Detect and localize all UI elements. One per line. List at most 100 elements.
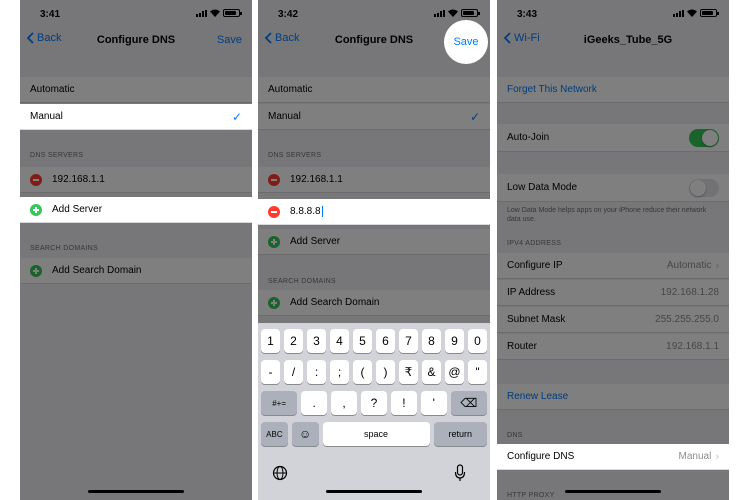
space-key[interactable]: space	[322, 422, 430, 446]
key[interactable]: ?	[361, 391, 387, 415]
key[interactable]: 4	[330, 329, 349, 353]
key[interactable]: 3	[307, 329, 326, 353]
http-proxy-header: HTTP PROXY	[507, 492, 555, 499]
key[interactable]: @	[445, 360, 464, 384]
configure-dns-value: Manual	[678, 451, 712, 462]
dns-server-value: 192.168.1.1	[290, 174, 343, 185]
add-icon	[268, 235, 280, 248]
key[interactable]: 0	[468, 329, 487, 353]
low-data-mode-label: Low Data Mode	[507, 182, 578, 193]
screen-configure-dns-1: 3:41 Back Configure DNS Save Automatic M…	[20, 0, 252, 500]
key[interactable]: 8	[422, 329, 441, 353]
key[interactable]: (	[353, 360, 372, 384]
key[interactable]: 5	[353, 329, 372, 353]
key[interactable]: ₹	[399, 360, 418, 384]
key[interactable]: !	[390, 391, 417, 415]
router-row: Router 192.168.1.1	[497, 334, 729, 360]
automatic-option[interactable]: Automatic	[20, 77, 252, 103]
signal-icon	[434, 9, 445, 17]
checkmark-icon: ✓	[231, 109, 242, 124]
key[interactable]: "	[468, 360, 487, 384]
add-search-domain-label: Add Search Domain	[290, 297, 380, 308]
key[interactable]: &	[422, 360, 441, 384]
emoji-key-icon[interactable]: ☺	[291, 422, 319, 446]
key[interactable]: 7	[399, 329, 418, 353]
auto-join-toggle[interactable]	[689, 128, 719, 147]
dns-servers-header: DNS SERVERS	[30, 152, 84, 159]
text-cursor	[321, 206, 323, 217]
return-key[interactable]: return	[433, 422, 487, 446]
manual-option[interactable]: Manual ✓	[258, 104, 490, 130]
configure-ip-row[interactable]: Configure IP Automatic ›	[497, 253, 729, 279]
forget-network-label: Forget This Network	[507, 84, 597, 95]
add-search-domain-row[interactable]: Add Search Domain	[20, 258, 252, 284]
numeric-keyboard: 1 2 3 4 5 6 7 8 9 0 - / : ; ( ) ₹ & @ " …	[258, 323, 490, 500]
battery-icon	[223, 9, 242, 17]
save-button[interactable]: Save	[444, 20, 488, 64]
wifi-icon	[210, 9, 220, 17]
wifi-icon	[687, 9, 697, 17]
key[interactable]: ;	[330, 360, 349, 384]
delete-key-icon[interactable]: ⌫	[450, 391, 487, 415]
configure-dns-label: Configure DNS	[507, 451, 575, 462]
dns-header: DNS	[507, 432, 523, 439]
search-domains-header: SEARCH DOMAINS	[268, 278, 336, 285]
microphone-icon[interactable]	[454, 464, 466, 487]
delete-icon[interactable]	[268, 173, 280, 186]
key[interactable]: 1	[261, 329, 280, 353]
status-time: 3:41	[40, 9, 61, 20]
key[interactable]: 6	[376, 329, 395, 353]
key[interactable]: .	[301, 391, 328, 415]
globe-icon[interactable]	[272, 465, 288, 486]
renew-lease-button[interactable]: Renew Lease	[497, 384, 729, 410]
low-data-mode-row: Low Data Mode	[497, 174, 729, 202]
forget-network-button[interactable]: Forget This Network	[497, 77, 729, 103]
add-server-label: Add Server	[52, 204, 103, 215]
add-server-row[interactable]: Add Server	[20, 197, 252, 223]
abc-key[interactable]: ABC	[261, 422, 288, 446]
chevron-right-icon: ›	[715, 259, 719, 272]
delete-icon[interactable]	[268, 205, 280, 218]
keyboard-row-symbols: - / : ; ( ) ₹ & @ "	[261, 360, 487, 384]
toggle-knob	[702, 129, 718, 146]
manual-option[interactable]: Manual ✓	[20, 104, 252, 130]
renew-lease-label: Renew Lease	[507, 391, 569, 402]
key[interactable]: ,	[331, 391, 358, 415]
key[interactable]: '	[420, 391, 447, 415]
dns-server-row[interactable]: 192.168.1.1	[20, 167, 252, 193]
automatic-option[interactable]: Automatic	[258, 77, 490, 103]
dns-server-input-row[interactable]: 8.8.8.8	[258, 199, 490, 225]
key[interactable]: /	[284, 360, 303, 384]
ip-address-row: IP Address 192.168.1.28	[497, 280, 729, 306]
subnet-mask-value: 255.255.255.0	[655, 314, 719, 325]
battery-icon	[700, 9, 719, 17]
low-data-mode-toggle[interactable]	[689, 178, 719, 197]
nav-bar: Wi-Fi iGeeks_Tube_5G	[497, 26, 729, 56]
keyboard-row-digits: 1 2 3 4 5 6 7 8 9 0	[261, 329, 487, 353]
nav-bar: Back Configure DNS Save	[20, 26, 252, 56]
dns-servers-header: DNS SERVERS	[268, 152, 322, 159]
manual-label: Manual	[268, 111, 301, 122]
low-data-mode-note: Low Data Mode helps apps on your iPhone …	[507, 207, 707, 223]
more-symbols-key[interactable]: #+=	[261, 391, 298, 415]
add-server-row[interactable]: Add Server	[258, 229, 490, 255]
add-server-label: Add Server	[290, 236, 341, 247]
delete-icon[interactable]	[30, 173, 42, 186]
key[interactable]: -	[261, 360, 280, 384]
configure-dns-row[interactable]: Configure DNS Manual ›	[497, 444, 729, 470]
add-icon	[30, 203, 42, 216]
key[interactable]: :	[307, 360, 326, 384]
automatic-label: Automatic	[30, 84, 75, 95]
dns-server-row[interactable]: 192.168.1.1	[258, 167, 490, 193]
manual-label: Manual	[30, 111, 63, 122]
key[interactable]: 9	[445, 329, 464, 353]
key[interactable]: 2	[284, 329, 303, 353]
dns-server-input[interactable]: 8.8.8.8	[290, 206, 321, 217]
signal-icon	[196, 9, 207, 17]
subnet-mask-row: Subnet Mask 255.255.255.0	[497, 307, 729, 333]
router-label: Router	[507, 341, 538, 352]
key[interactable]: )	[376, 360, 395, 384]
add-search-domain-row[interactable]: Add Search Domain	[258, 290, 490, 316]
toggle-knob	[690, 179, 706, 196]
save-button[interactable]: Save	[217, 34, 242, 46]
